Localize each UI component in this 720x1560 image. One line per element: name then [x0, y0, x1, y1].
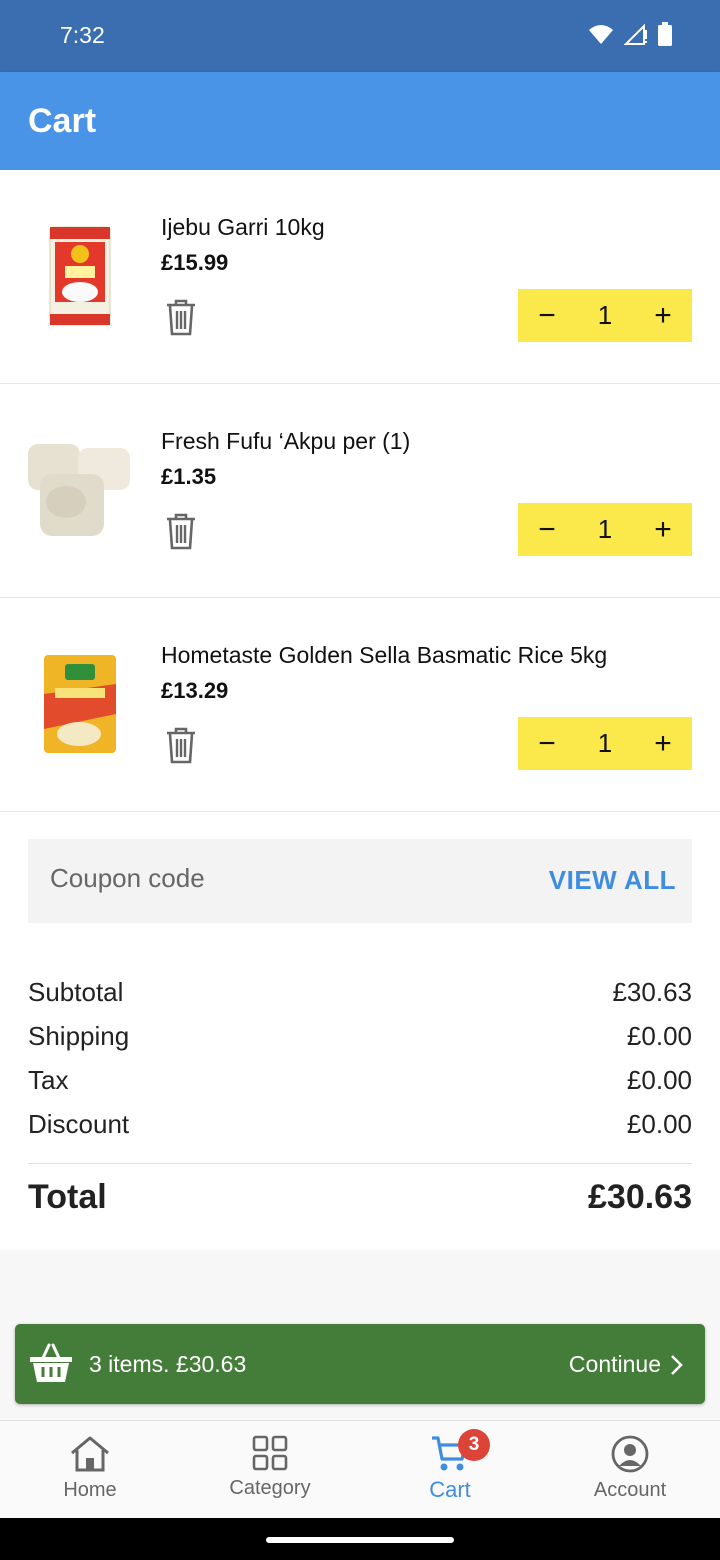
discount-value: £0.00: [626, 1109, 692, 1139]
continue-button[interactable]: Continue: [569, 1351, 683, 1378]
category-icon: [252, 1435, 288, 1471]
product-image-garri[interactable]: [24, 220, 136, 332]
home-icon: [71, 1436, 109, 1472]
nav-home[interactable]: Home: [0, 1421, 180, 1518]
battery-icon: [658, 22, 672, 46]
status-time: 7:32: [60, 22, 105, 48]
decrease-quantity-button[interactable]: −: [532, 300, 562, 331]
quantity-stepper: − 1 +: [518, 289, 692, 342]
cart-count-badge: 3: [458, 1429, 490, 1461]
item-name[interactable]: Ijebu Garri 10kg: [161, 214, 325, 241]
item-name[interactable]: Fresh Fufu ‘Akpu per (1): [161, 428, 410, 455]
cart-content: Ijebu Garri 10kg £15.99 − 1 + Fresh Fufu…: [0, 170, 720, 1250]
decrease-quantity-button[interactable]: −: [532, 514, 562, 545]
item-name[interactable]: Hometaste Golden Sella Basmatic Rice 5kg: [161, 642, 607, 669]
trash-icon: [167, 299, 195, 336]
chevron-right-icon: [671, 1354, 683, 1375]
discount-row: Discount £0.00: [28, 1109, 692, 1153]
increase-quantity-button[interactable]: +: [648, 514, 678, 545]
coupon-field[interactable]: Coupon code VIEW ALL: [28, 839, 692, 923]
shipping-value: £0.00: [626, 1021, 692, 1051]
quantity-value: 1: [597, 728, 613, 758]
increase-quantity-button[interactable]: +: [648, 300, 678, 331]
bottom-navigation: Home Category 3 Cart Account: [0, 1420, 720, 1518]
subtotal-row: Subtotal £30.63: [28, 977, 692, 1021]
nav-account[interactable]: Account: [540, 1421, 720, 1518]
status-icons: [588, 22, 672, 46]
continue-label: Continue: [568, 1351, 661, 1377]
product-image-fufu[interactable]: [24, 434, 136, 546]
cart-item: Ijebu Garri 10kg £15.99 − 1 +: [0, 170, 720, 384]
order-summary: Subtotal £30.63 Shipping £0.00 Tax £0.00…: [28, 977, 692, 1217]
delete-button[interactable]: [160, 722, 202, 768]
app-bar: Cart: [0, 72, 720, 170]
item-price: £1.35: [161, 464, 217, 489]
tax-label: Tax: [28, 1065, 69, 1095]
summary-divider: [28, 1163, 692, 1164]
wifi-icon: [589, 25, 613, 44]
nav-cart-label: Cart: [429, 1477, 471, 1502]
total-value: £30.63: [588, 1178, 692, 1216]
quantity-stepper: − 1 +: [518, 717, 692, 770]
delete-button[interactable]: [160, 294, 202, 340]
tax-value: £0.00: [626, 1065, 692, 1095]
item-price: £15.99: [161, 250, 229, 275]
account-icon: [611, 1435, 649, 1473]
quantity-value: 1: [597, 300, 613, 330]
discount-label: Discount: [28, 1109, 130, 1139]
trash-icon: [167, 513, 195, 550]
total-label: Total: [28, 1178, 107, 1216]
subtotal-label: Subtotal: [28, 977, 124, 1007]
item-price: £13.29: [161, 678, 229, 703]
subtotal-value: £30.63: [612, 977, 692, 1007]
decrease-quantity-button[interactable]: −: [532, 728, 562, 759]
cart-item: Hometaste Golden Sella Basmatic Rice 5kg…: [0, 598, 720, 812]
home-gesture-handle[interactable]: [266, 1537, 454, 1543]
tax-row: Tax £0.00: [28, 1065, 692, 1109]
product-image-rice[interactable]: [24, 648, 136, 760]
increase-quantity-button[interactable]: +: [648, 728, 678, 759]
signal-icon: [624, 23, 647, 45]
shipping-label: Shipping: [28, 1021, 130, 1051]
coupon-input[interactable]: Coupon code: [50, 863, 205, 894]
nav-account-label: Account: [593, 1479, 667, 1501]
basket-icon: [30, 1343, 72, 1382]
nav-cart[interactable]: 3 Cart: [360, 1421, 540, 1518]
view-all-coupons-button[interactable]: VIEW ALL: [549, 865, 676, 896]
shipping-row: Shipping £0.00: [28, 1021, 692, 1065]
delete-button[interactable]: [160, 508, 202, 554]
checkout-summary: 3 items. £30.63: [89, 1351, 247, 1377]
cart-item: Fresh Fufu ‘Akpu per (1) £1.35 − 1 +: [0, 384, 720, 598]
checkout-bar[interactable]: 3 items. £30.63 Continue: [15, 1324, 705, 1404]
page-title: Cart: [28, 102, 97, 140]
system-gesture-bar: [0, 1518, 720, 1560]
quantity-value: 1: [597, 514, 613, 544]
nav-category-label: Category: [229, 1477, 311, 1499]
total-row: Total £30.63: [28, 1178, 692, 1217]
status-bar: 7:32: [0, 0, 720, 72]
trash-icon: [167, 727, 195, 764]
nav-category[interactable]: Category: [180, 1421, 360, 1518]
nav-home-label: Home: [63, 1479, 117, 1501]
quantity-stepper: − 1 +: [518, 503, 692, 556]
